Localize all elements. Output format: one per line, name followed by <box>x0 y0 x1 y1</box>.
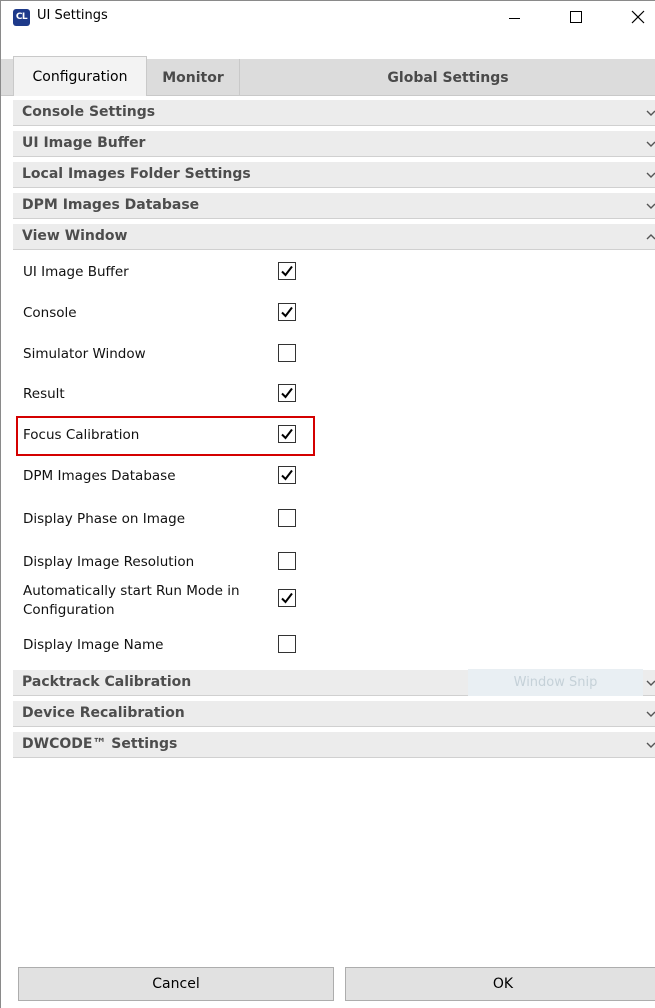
checkbox-display-image-name[interactable] <box>278 635 296 653</box>
option-label-automatically-start-run-mode-in-configuration: Automatically start Run Mode in Configur… <box>23 583 240 618</box>
section-label: UI Image Buffer <box>22 135 146 151</box>
chevron-down-icon <box>646 110 655 116</box>
cancel-button[interactable]: Cancel <box>18 967 334 1001</box>
checkbox-dpm-images-database[interactable] <box>278 466 296 484</box>
checkmark-icon <box>281 469 293 481</box>
checkmark-icon <box>281 265 293 277</box>
checkmark-icon <box>281 306 293 318</box>
maximize-button[interactable] <box>553 1 599 33</box>
tab-global-settings[interactable]: Global Settings <box>240 59 655 96</box>
window-title: UI Settings <box>37 8 108 23</box>
chevron-down-icon <box>646 680 655 686</box>
section-dpm-images-database[interactable]: DPM Images Database <box>13 192 655 219</box>
app-logo-icon: CL <box>13 9 30 26</box>
tab-monitor[interactable]: Monitor <box>147 59 240 96</box>
option-label-dpm-images-database: DPM Images Database <box>23 468 176 484</box>
option-label-display-image-name: Display Image Name <box>23 637 164 653</box>
chevron-down-icon <box>646 711 655 717</box>
ok-button[interactable]: OK <box>345 967 655 1001</box>
section-label: View Window <box>22 228 128 244</box>
option-label-display-image-resolution: Display Image Resolution <box>23 554 195 570</box>
checkbox-console[interactable] <box>278 303 296 321</box>
section-label: DPM Images Database <box>22 197 200 213</box>
checkbox-automatically-start-run-mode-in-configuration[interactable] <box>278 589 296 607</box>
option-label-result: Result <box>23 386 65 402</box>
section-label: Local Images Folder Settings <box>22 166 251 182</box>
section-label: DWCODE™ Settings <box>22 736 178 752</box>
chevron-down-icon <box>646 172 655 178</box>
chevron-down-icon <box>646 203 655 209</box>
checkbox-display-phase-on-image[interactable] <box>278 509 296 527</box>
section-device-recalibration[interactable]: Device Recalibration <box>13 700 655 727</box>
chevron-down-icon <box>646 141 655 147</box>
checkbox-display-image-resolution[interactable] <box>278 552 296 570</box>
checkbox-ui-image-buffer[interactable] <box>278 262 296 280</box>
checkbox-result[interactable] <box>278 384 296 402</box>
ui-settings-window: CL UI Settings Monitor Global Settings C… <box>0 0 655 1008</box>
minimize-icon <box>508 17 520 19</box>
chevron-up-icon <box>646 234 655 240</box>
section-ui-image-buffer[interactable]: UI Image Buffer <box>13 130 655 157</box>
maximize-icon <box>570 11 582 23</box>
focus-calibration-highlight <box>16 416 315 456</box>
option-label-display-phase-on-image: Display Phase on Image <box>23 511 186 527</box>
chevron-down-icon <box>646 742 655 748</box>
section-label: Packtrack Calibration <box>22 674 192 690</box>
checkbox-simulator-window[interactable] <box>278 344 296 362</box>
tab-configuration[interactable]: Configuration <box>13 56 147 96</box>
close-icon <box>631 10 645 24</box>
option-label-ui-image-buffer: UI Image Buffer <box>23 264 129 280</box>
title-bar[interactable]: CL UI Settings <box>1 1 655 33</box>
close-button[interactable] <box>615 1 655 33</box>
checkmark-icon <box>281 592 293 604</box>
minimize-button[interactable] <box>491 1 537 33</box>
section-label: Device Recalibration <box>22 705 185 721</box>
section-label: Console Settings <box>22 104 156 120</box>
tab-bar: Monitor Global Settings Configuration <box>1 56 655 96</box>
option-label-console: Console <box>23 305 77 321</box>
section-dwcode-settings[interactable]: DWCODE™ Settings <box>13 731 655 758</box>
option-label-simulator-window: Simulator Window <box>23 346 146 362</box>
configuration-panel: Console Settings UI Image Buffer Local Ima… <box>13 96 655 953</box>
section-local-images-folder-settings[interactable]: Local Images Folder Settings <box>13 161 655 188</box>
window-snip-overlay[interactable]: Window Snip <box>468 669 643 696</box>
section-console-settings[interactable]: Console Settings <box>13 99 655 126</box>
checkmark-icon <box>281 387 293 399</box>
section-view-window[interactable]: View Window <box>13 223 655 250</box>
